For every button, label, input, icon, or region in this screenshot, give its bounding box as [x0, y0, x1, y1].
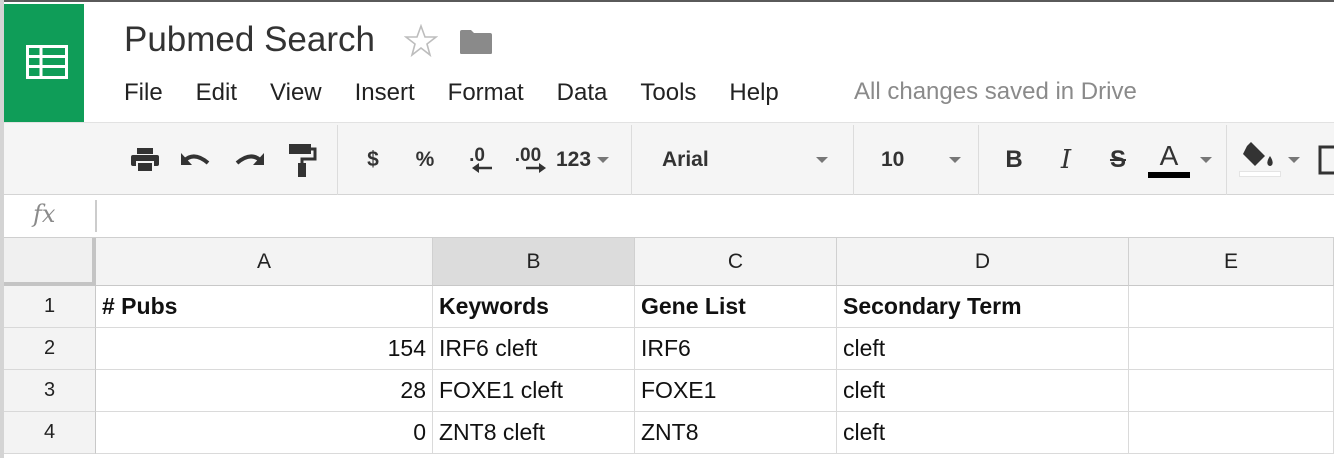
borders-icon	[1318, 145, 1334, 174]
print-icon	[131, 147, 159, 173]
text-color-button[interactable]: A	[1148, 123, 1212, 196]
bold-button[interactable]: B	[996, 123, 1032, 196]
increase-decimal-button[interactable]: .00	[506, 123, 550, 196]
chevron-down-icon	[1200, 156, 1212, 163]
menu-insert[interactable]: Insert	[355, 79, 415, 107]
folder-icon[interactable]	[459, 29, 493, 55]
font-size-dropdown[interactable]: 10	[881, 123, 961, 196]
sheets-logo[interactable]	[4, 4, 84, 124]
print-button[interactable]	[124, 123, 166, 196]
cell-b3[interactable]: FOXE1 cleft	[433, 370, 635, 412]
arrow-right-icon	[526, 163, 546, 173]
cell-e2[interactable]	[1129, 328, 1334, 370]
cell-c3[interactable]: FOXE1	[635, 370, 837, 412]
column-header-b[interactable]: B	[433, 238, 635, 286]
cell-e4[interactable]	[1129, 412, 1334, 454]
chevron-down-icon	[597, 156, 610, 163]
fill-color-button[interactable]	[1238, 123, 1304, 196]
menu-edit[interactable]: Edit	[196, 79, 237, 107]
cell-b4[interactable]: ZNT8 cleft	[433, 412, 635, 454]
menu-view[interactable]: View	[270, 79, 322, 107]
redo-button[interactable]	[228, 123, 270, 196]
cell-c2[interactable]: IRF6	[635, 328, 837, 370]
column-header-d[interactable]: D	[837, 238, 1129, 286]
cell-a1[interactable]: # Pubs	[96, 286, 433, 328]
italic-icon: I	[1060, 144, 1072, 175]
row-header-4[interactable]: 4	[4, 412, 96, 454]
menu-file[interactable]: File	[124, 79, 163, 107]
percent-label: %	[415, 147, 435, 171]
formula-bar: fx	[0, 196, 1334, 238]
decrease-decimal-button[interactable]: .0	[456, 123, 498, 196]
app-header: Pubmed Search File Edit View Insert Form…	[0, 0, 1334, 124]
cell-c1[interactable]: Gene List	[635, 286, 837, 328]
cell-b2[interactable]: IRF6 cleft	[433, 328, 635, 370]
cell-a2[interactable]: 154	[96, 328, 433, 370]
cell-c4[interactable]: ZNT8	[635, 412, 837, 454]
toolbar: $ % .0 .00 123 Arial 10 B I S A	[0, 122, 1334, 195]
column-header-a[interactable]: A	[96, 238, 433, 286]
formula-input[interactable]	[95, 200, 1325, 232]
chevron-down-icon	[816, 156, 828, 163]
fill-color-swatch	[1239, 171, 1281, 177]
menu-help[interactable]: Help	[729, 79, 778, 107]
row-header-3[interactable]: 3	[4, 370, 96, 412]
menu-data[interactable]: Data	[557, 79, 608, 107]
text-color-letter: A	[1159, 139, 1179, 171]
document-title[interactable]: Pubmed Search	[124, 20, 375, 60]
fx-icon: fx	[33, 200, 56, 228]
row-header-1[interactable]: 1	[4, 286, 96, 328]
cell-a3[interactable]: 28	[96, 370, 433, 412]
fill-color-icon	[1238, 142, 1282, 177]
cell-d2[interactable]: cleft	[837, 328, 1129, 370]
text-color-icon: A	[1148, 139, 1190, 178]
chevron-down-icon	[1288, 156, 1300, 163]
paint-bucket-icon	[1243, 142, 1273, 166]
menu-format[interactable]: Format	[448, 79, 524, 107]
cell-d1[interactable]: Secondary Term	[837, 286, 1129, 328]
star-icon[interactable]	[404, 24, 438, 58]
undo-icon	[181, 152, 210, 165]
redo-icon	[235, 152, 264, 165]
currency-label: $	[367, 147, 379, 171]
menu-bar: File Edit View Insert Format Data Tools …	[124, 78, 812, 108]
cell-a4[interactable]: 0	[96, 412, 433, 454]
window-edge	[0, 0, 4, 458]
paint-roller-icon	[289, 143, 317, 177]
strikethrough-icon: S	[1109, 145, 1126, 173]
italic-button[interactable]: I	[1048, 123, 1084, 196]
select-all-corner[interactable]	[4, 238, 96, 286]
row-header-2[interactable]: 2	[4, 328, 96, 370]
arrow-left-icon	[472, 163, 492, 173]
more-formats-dropdown[interactable]: 123	[556, 123, 616, 196]
spreadsheet-grid: A B C D E 1 # Pubs Keywords Gene List Se…	[0, 238, 1334, 458]
currency-format-button[interactable]: $	[355, 123, 391, 196]
cell-d3[interactable]: cleft	[837, 370, 1129, 412]
undo-button[interactable]	[175, 123, 217, 196]
paint-format-button[interactable]	[282, 123, 322, 196]
borders-button[interactable]	[1314, 123, 1334, 196]
chevron-down-icon	[949, 156, 961, 163]
bold-icon: B	[1005, 145, 1023, 173]
font-family-dropdown[interactable]: Arial	[662, 123, 828, 196]
text-color-swatch	[1148, 171, 1190, 178]
cell-e1[interactable]	[1129, 286, 1334, 328]
save-status[interactable]: All changes saved in Drive	[854, 78, 1137, 106]
font-size-label: 10	[881, 147, 905, 171]
column-header-c[interactable]: C	[635, 238, 837, 286]
cell-d4[interactable]: cleft	[837, 412, 1129, 454]
font-family-label: Arial	[662, 147, 709, 171]
sheets-grid-icon	[26, 45, 68, 79]
cell-e3[interactable]	[1129, 370, 1334, 412]
strikethrough-button[interactable]: S	[1100, 123, 1136, 196]
percent-format-button[interactable]: %	[407, 123, 443, 196]
column-header-e[interactable]: E	[1129, 238, 1334, 286]
more-formats-label: 123	[556, 147, 592, 171]
cell-b1[interactable]: Keywords	[433, 286, 635, 328]
menu-tools[interactable]: Tools	[640, 79, 696, 107]
